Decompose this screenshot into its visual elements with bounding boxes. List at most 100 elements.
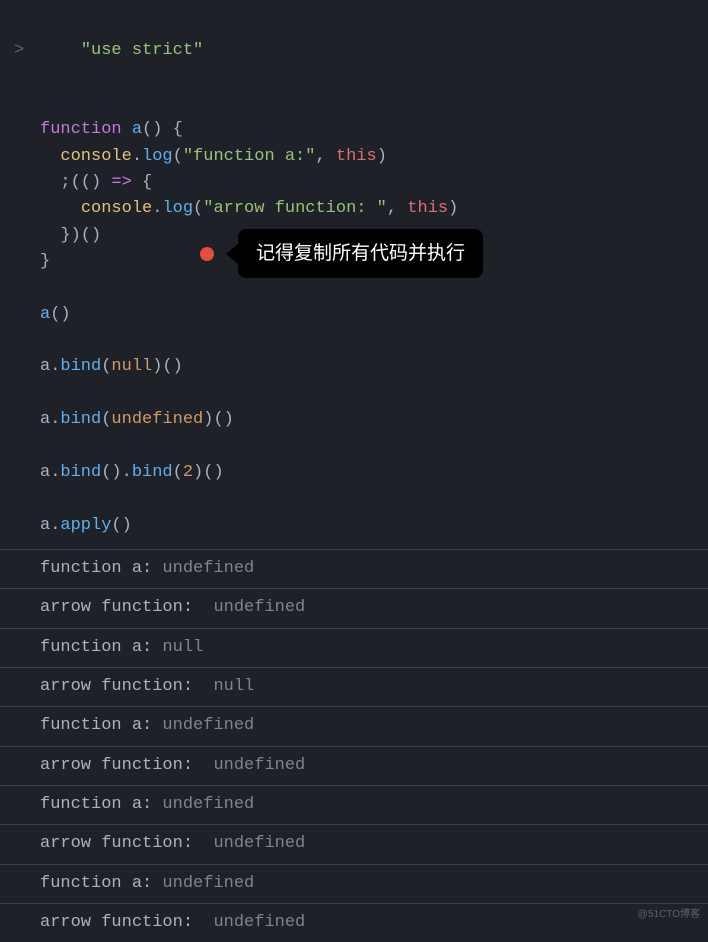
punct: ( bbox=[101, 410, 111, 429]
method: bind bbox=[132, 463, 173, 482]
punct: )() bbox=[193, 463, 224, 482]
function-call: a bbox=[40, 305, 50, 324]
punct: ( bbox=[173, 147, 183, 166]
output-line: function a: undefined bbox=[0, 785, 708, 824]
punct: . bbox=[50, 463, 60, 482]
function-name: a bbox=[132, 120, 142, 139]
code-line: > "use strict" bbox=[0, 12, 708, 91]
code-line: function a() { bbox=[0, 117, 708, 143]
method: log bbox=[142, 147, 173, 166]
punct: )() bbox=[152, 357, 183, 376]
code-line-blank bbox=[0, 91, 708, 117]
this-keyword: this bbox=[407, 199, 448, 218]
method: log bbox=[162, 199, 193, 218]
output-value: undefined bbox=[162, 874, 254, 893]
punct: . bbox=[50, 357, 60, 376]
punct: )() bbox=[203, 410, 234, 429]
identifier: a bbox=[40, 357, 50, 376]
code-line: a.bind(undefined)() bbox=[0, 407, 708, 433]
output-value: undefined bbox=[162, 795, 254, 814]
punct: ) bbox=[377, 147, 387, 166]
output-line: function a: undefined bbox=[0, 549, 708, 588]
code-line-blank bbox=[0, 486, 708, 512]
punct: ( bbox=[101, 357, 111, 376]
output-line: function a: undefined bbox=[0, 864, 708, 903]
punct: { bbox=[132, 173, 152, 192]
code-line: a() bbox=[0, 302, 708, 328]
string-literal: "use strict" bbox=[81, 41, 203, 60]
output-line: arrow function: undefined bbox=[0, 824, 708, 863]
null-literal: null bbox=[111, 357, 152, 376]
output-label: arrow function: bbox=[40, 677, 213, 696]
output-value: null bbox=[162, 638, 203, 657]
code-line-blank bbox=[0, 434, 708, 460]
identifier: a bbox=[40, 516, 50, 535]
code-line: a.apply() bbox=[0, 513, 708, 539]
output-label: arrow function: bbox=[40, 834, 213, 853]
tooltip-text: 记得复制所有代码并执行 bbox=[238, 229, 483, 278]
punct: } bbox=[40, 252, 50, 271]
keyword: function bbox=[40, 120, 122, 139]
punct: , bbox=[387, 199, 407, 218]
identifier: a bbox=[40, 410, 50, 429]
console-output: function a: undefined arrow function: un… bbox=[0, 549, 708, 942]
output-value: undefined bbox=[213, 756, 305, 775]
punct: ;(() bbox=[60, 173, 111, 192]
method: apply bbox=[60, 516, 111, 535]
punct: () { bbox=[142, 120, 183, 139]
code-line: a.bind().bind(2)() bbox=[0, 460, 708, 486]
punct: . bbox=[152, 199, 162, 218]
undefined-literal: undefined bbox=[111, 410, 203, 429]
output-value: undefined bbox=[162, 559, 254, 578]
output-label: arrow function: bbox=[40, 913, 213, 932]
output-label: arrow function: bbox=[40, 598, 213, 617]
output-label: function a: bbox=[40, 874, 162, 893]
method: bind bbox=[60, 357, 101, 376]
output-line: arrow function: undefined bbox=[0, 903, 708, 942]
punct: })() bbox=[60, 226, 101, 245]
output-line: arrow function: undefined bbox=[0, 588, 708, 627]
punct: () bbox=[111, 516, 131, 535]
code-line: ;(() => { bbox=[0, 170, 708, 196]
punct: ( bbox=[193, 199, 203, 218]
identifier: a bbox=[40, 463, 50, 482]
output-value: undefined bbox=[213, 834, 305, 853]
code-line-blank bbox=[0, 275, 708, 301]
output-value: undefined bbox=[213, 913, 305, 932]
punct: ( bbox=[173, 463, 183, 482]
output-label: function a: bbox=[40, 638, 162, 657]
tooltip: 记得复制所有代码并执行 bbox=[200, 229, 483, 278]
output-value: undefined bbox=[162, 716, 254, 735]
output-line: function a: null bbox=[0, 628, 708, 667]
this-keyword: this bbox=[336, 147, 377, 166]
punct: () bbox=[50, 305, 70, 324]
method: bind bbox=[60, 463, 101, 482]
punct: , bbox=[315, 147, 335, 166]
watermark: @51CTO博客 bbox=[638, 907, 700, 923]
output-label: function a: bbox=[40, 716, 162, 735]
punct: . bbox=[132, 147, 142, 166]
code-line-blank bbox=[0, 381, 708, 407]
method: bind bbox=[60, 410, 101, 429]
number-literal: 2 bbox=[183, 463, 193, 482]
output-label: function a: bbox=[40, 559, 162, 578]
tooltip-pointer bbox=[226, 244, 238, 264]
code-line-blank bbox=[0, 328, 708, 354]
object: console bbox=[60, 147, 131, 166]
punct: . bbox=[50, 516, 60, 535]
output-line: arrow function: undefined bbox=[0, 746, 708, 785]
output-value: null bbox=[213, 677, 254, 696]
punct: . bbox=[50, 410, 60, 429]
output-line: arrow function: null bbox=[0, 667, 708, 706]
output-label: arrow function: bbox=[40, 756, 213, 775]
arrow: => bbox=[111, 173, 131, 192]
gutter-chevron: > bbox=[14, 38, 24, 64]
punct: ) bbox=[448, 199, 458, 218]
output-label: function a: bbox=[40, 795, 162, 814]
object: console bbox=[81, 199, 152, 218]
breakpoint-icon[interactable] bbox=[200, 247, 214, 261]
output-line: function a: undefined bbox=[0, 706, 708, 745]
string-literal: "function a:" bbox=[183, 147, 316, 166]
code-line: console.log("function a:", this) bbox=[0, 144, 708, 170]
code-line: console.log("arrow function: ", this) bbox=[0, 196, 708, 222]
